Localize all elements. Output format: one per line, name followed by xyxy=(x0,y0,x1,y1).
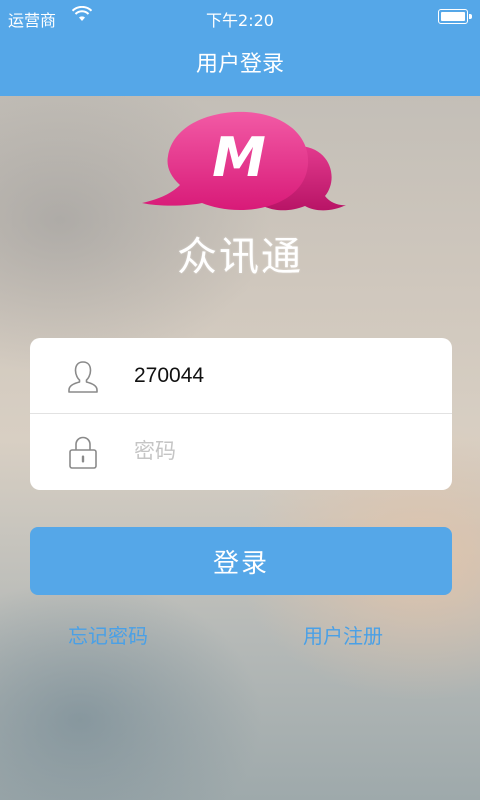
lock-icon xyxy=(69,436,97,469)
page-title: 用户登录 xyxy=(195,52,284,77)
password-input[interactable] xyxy=(134,432,434,472)
login-card xyxy=(30,338,452,490)
app-name: 众讯通 xyxy=(177,234,303,280)
user-icon xyxy=(68,361,98,393)
forgot-password-link[interactable]: 忘记密码 xyxy=(68,620,148,649)
password-row xyxy=(30,414,452,490)
app-logo: M xyxy=(142,111,346,211)
status-bar: 运营商 下午2:20 xyxy=(0,0,480,34)
nav-bar: 用户登录 xyxy=(0,34,480,96)
logo-letter: M xyxy=(212,126,266,189)
username-row xyxy=(30,338,452,414)
status-time: 下午2:20 xyxy=(206,11,274,30)
login-button[interactable]: 登录 xyxy=(30,527,452,595)
register-link[interactable]: 用户注册 xyxy=(303,620,383,649)
username-input[interactable] xyxy=(134,356,434,396)
battery-icon xyxy=(438,9,472,24)
